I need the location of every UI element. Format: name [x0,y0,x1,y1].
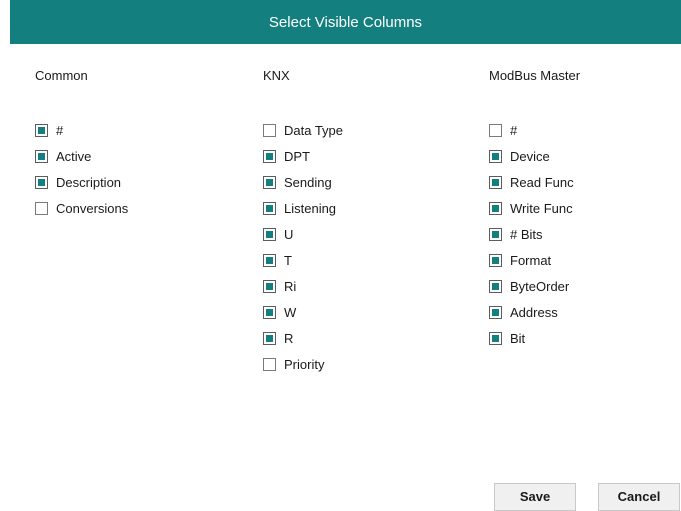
checkbox[interactable] [489,227,502,241]
option-label: W [284,304,297,320]
option-modbus-read-func[interactable]: Read Func [489,173,574,191]
option-label: Format [510,252,552,268]
option-common-active[interactable]: Active [35,147,91,165]
save-button[interactable]: Save [494,483,576,511]
option-knx-r[interactable]: R [263,329,293,347]
checkbox[interactable] [263,357,276,371]
option-knx-w[interactable]: W [263,303,296,321]
dialog-header: Select Visible Columns [10,0,681,44]
checkbox[interactable] [489,149,502,163]
option-modbus-write-func[interactable]: Write Func [489,199,573,217]
checkbox[interactable] [489,175,502,189]
checkbox[interactable] [489,279,502,293]
option-knx-dpt[interactable]: DPT [263,147,310,165]
option-modbus-format[interactable]: Format [489,251,551,269]
option-label: # [510,122,518,138]
option-knx-t[interactable]: T [263,251,292,269]
option-label: # [56,122,64,138]
option-label: R [284,330,294,346]
checkbox[interactable] [489,305,502,319]
option-label: DPT [284,148,310,164]
option-modbus-byteorder[interactable]: ByteOrder [489,277,569,295]
option-knx-priority[interactable]: Priority [263,355,324,373]
checkbox[interactable] [489,253,502,267]
dialog-title: Select Visible Columns [268,13,423,31]
option-modbus-address[interactable]: Address [489,303,558,321]
option-label: Ri [284,278,297,294]
option-label: Conversions [56,200,129,216]
checkbox[interactable] [263,253,276,267]
checkbox[interactable] [263,305,276,319]
checkbox[interactable] [35,175,48,189]
option-knx-ri[interactable]: Ri [263,277,296,295]
option-label: Address [510,304,558,320]
checkbox[interactable] [35,123,48,137]
option-label: Description [56,174,122,190]
option-modbus-bit[interactable]: Bit [489,329,525,347]
checkbox[interactable] [263,279,276,293]
option-label: T [284,252,292,268]
checkbox[interactable] [35,201,48,215]
checkbox[interactable] [489,201,502,215]
option-common-conversions[interactable]: Conversions [35,199,128,217]
checkbox[interactable] [263,149,276,163]
option-label: Read Func [510,174,574,190]
option-knx-sending[interactable]: Sending [263,173,332,191]
option-label: Listening [284,200,337,216]
option-label: Bit [510,330,526,346]
option-label: Device [510,148,550,164]
checkbox[interactable] [263,123,276,137]
option-label: U [284,226,294,242]
cancel-button[interactable]: Cancel [598,483,680,511]
option-knx-data-type[interactable]: Data Type [263,121,343,139]
checkbox[interactable] [263,227,276,241]
option-modbus-device[interactable]: Device [489,147,550,165]
option-label: Active [56,148,92,164]
option-knx-listening[interactable]: Listening [263,199,336,217]
option-modbus-bits[interactable]: # Bits [489,225,543,243]
option-common-description[interactable]: Description [35,173,121,191]
checkbox[interactable] [489,123,502,137]
checkbox[interactable] [263,331,276,345]
option-label: # Bits [510,226,543,242]
checkbox[interactable] [263,201,276,215]
option-knx-u[interactable]: U [263,225,293,243]
option-label: Sending [284,174,332,190]
option-label: Data Type [284,122,344,138]
checkbox[interactable] [263,175,276,189]
checkbox[interactable] [489,331,502,345]
column-group-title: Common [35,68,88,83]
column-group-title: ModBus Master [489,68,581,83]
option-modbus-number[interactable]: # [489,121,517,139]
checkbox[interactable] [35,149,48,163]
option-common-number[interactable]: # [35,121,63,139]
option-label: ByteOrder [510,278,570,294]
column-group-title: KNX [263,68,290,83]
option-label: Priority [284,356,325,372]
option-label: Write Func [510,200,573,216]
